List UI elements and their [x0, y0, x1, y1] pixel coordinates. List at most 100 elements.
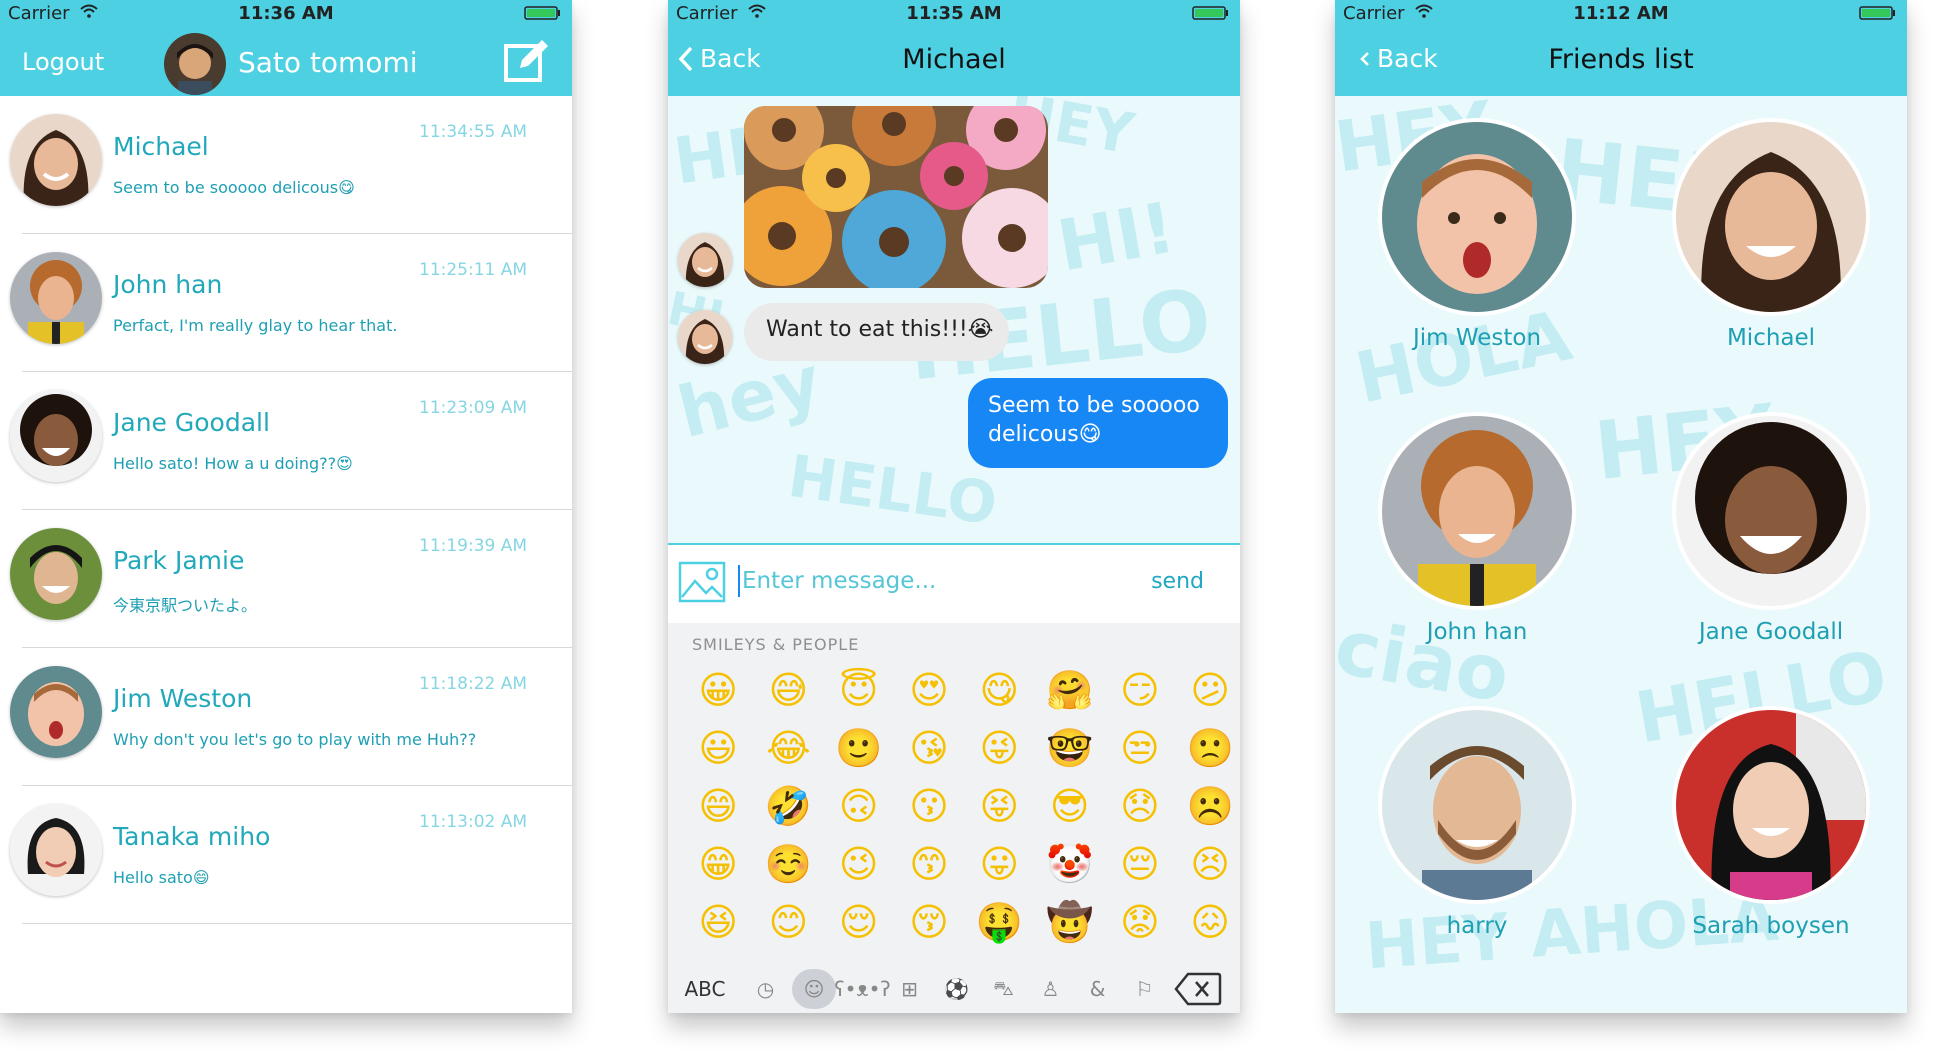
food-icon[interactable]: ⊞ [886, 969, 933, 1009]
car-icon[interactable]: ⛍ [980, 969, 1027, 1009]
friend-card[interactable]: Sarah boysen [1655, 706, 1875, 966]
user-avatar[interactable] [164, 33, 226, 95]
contact-name: Park Jamie [113, 546, 245, 575]
friend-name: John han [1426, 619, 1528, 645]
friend-card[interactable]: Michael [1655, 118, 1875, 378]
message-time: 11:23:09 AM [419, 398, 528, 418]
emoji-key[interactable]: 😏 [1105, 661, 1175, 719]
emoji-key[interactable]: 😣 [1175, 835, 1240, 893]
emoji-key[interactable]: 😍 [894, 661, 964, 719]
emoji-key[interactable]: 🙂 [824, 719, 894, 777]
emoji-key[interactable]: 😜 [964, 719, 1034, 777]
compose-icon[interactable] [502, 38, 550, 86]
friend-card[interactable]: Jane Goodall [1655, 412, 1875, 672]
delete-key-icon[interactable] [1174, 972, 1222, 1006]
emoji-key[interactable]: 😕 [1175, 661, 1240, 719]
friends-header: Carrier 11:12 AM Back Friends list [1335, 0, 1907, 96]
emoji-key[interactable]: 😄 [683, 777, 753, 835]
avatar [10, 252, 102, 344]
logout-button[interactable]: Logout [22, 48, 104, 76]
contact-name: Michael [113, 132, 209, 161]
outgoing-message-bubble[interactable]: Seem to be sooooo delicous😋 [968, 378, 1228, 468]
friend-avatar [1378, 118, 1576, 316]
emoji-key[interactable]: 😅 [753, 661, 823, 719]
emoji-key[interactable]: 😎 [1034, 777, 1104, 835]
conversation-screen: Carrier 11:35 AM Back Michael HEY HEY HI… [668, 0, 1240, 1013]
smiley-icon[interactable]: ☺ [792, 969, 836, 1009]
chat-row[interactable]: Tanaka miho Hello sato😄 11:13:02 AM [0, 786, 572, 924]
avatar [10, 804, 102, 896]
friends-title: Friends list [1548, 44, 1694, 75]
contact-name: Jane Goodall [113, 408, 270, 437]
friend-name: Michael [1726, 325, 1816, 351]
send-button[interactable]: send [1151, 569, 1204, 594]
emoji-key[interactable]: 😙 [894, 835, 964, 893]
emoji-key[interactable]: ☺️ [753, 835, 823, 893]
emoji-key[interactable]: 🤑 [964, 893, 1034, 951]
emoji-key[interactable]: 🤗 [1034, 661, 1104, 719]
emoji-key[interactable]: 🙁 [1175, 719, 1240, 777]
incoming-message-bubble[interactable]: Want to eat this!!!😭 [744, 303, 1009, 361]
sender-avatar[interactable] [678, 310, 732, 364]
emoji-key[interactable]: 😁 [683, 835, 753, 893]
status-time: 11:36 AM [238, 3, 334, 24]
emoji-key[interactable]: 😖 [1175, 893, 1240, 951]
message-time: 11:34:55 AM [419, 122, 528, 142]
friend-card[interactable]: Jim Weston [1361, 118, 1581, 378]
emoji-key[interactable]: 😀 [683, 661, 753, 719]
image-attach-icon[interactable] [678, 561, 726, 603]
friend-card[interactable]: harry [1361, 706, 1581, 966]
abc-key[interactable]: ABC [668, 977, 742, 1001]
sender-avatar[interactable] [678, 233, 732, 287]
emoji-key[interactable]: 😚 [894, 893, 964, 951]
avatar [10, 528, 102, 620]
flag-icon[interactable]: ⚐ [1121, 969, 1168, 1009]
battery-icon [1859, 6, 1895, 20]
donut-photo-message[interactable] [744, 106, 1048, 288]
status-bar: Carrier 11:36 AM [0, 0, 572, 26]
emoji-key[interactable]: 🤣 [753, 777, 823, 835]
emoji-key[interactable]: 🤠 [1034, 893, 1104, 951]
status-bar: Carrier 11:12 AM [1335, 0, 1907, 26]
emoji-key[interactable]: 😔 [1105, 835, 1175, 893]
bulb-icon[interactable]: ♙ [1027, 969, 1074, 1009]
chat-row[interactable]: Park Jamie 今東京駅ついたよ。 11:19:39 AM [0, 510, 572, 648]
emoji-key[interactable]: 😘 [894, 719, 964, 777]
clock-icon[interactable]: ◷ [742, 969, 789, 1009]
symbols-icon[interactable]: & [1074, 969, 1121, 1009]
emoji-key[interactable]: 😛 [964, 835, 1034, 893]
emoji-key[interactable]: 🤡 [1034, 835, 1104, 893]
bear-icon[interactable]: ʕ•ᴥ•ʔ [834, 969, 890, 1009]
emoji-key[interactable]: 😞 [1105, 777, 1175, 835]
emoji-key[interactable]: 😆 [683, 893, 753, 951]
chat-row[interactable]: John han Perfact, I'm really glay to hea… [0, 234, 572, 372]
emoji-key[interactable]: 🤓 [1034, 719, 1104, 777]
friend-card[interactable]: John han [1361, 412, 1581, 672]
message-preview: Perfact, I'm really glay to hear that. [113, 316, 398, 335]
friend-name: harry [1446, 913, 1508, 939]
emoji-key[interactable]: 😋 [964, 661, 1034, 719]
message-preview: Hello sato! How a u doing??😍 [113, 454, 353, 473]
divider [22, 923, 572, 924]
emoji-key[interactable]: 😗 [894, 777, 964, 835]
message-input[interactable] [742, 559, 1042, 603]
chat-row[interactable]: Jane Goodall Hello sato! How a u doing??… [0, 372, 572, 510]
friend-avatar [1672, 118, 1870, 316]
message-preview: 今東京駅ついたよ。 [113, 596, 258, 615]
chat-row[interactable]: Michael Seem to be sooooo delicous😋 11:3… [0, 96, 572, 234]
emoji-key[interactable]: 😟 [1105, 893, 1175, 951]
emoji-key[interactable]: 🙃 [824, 777, 894, 835]
emoji-key[interactable]: 😇 [824, 661, 894, 719]
ball-icon[interactable]: ⚽ [933, 969, 980, 1009]
emoji-key[interactable]: 😌 [824, 893, 894, 951]
friend-avatar [1378, 706, 1576, 904]
emoji-key[interactable]: 😝 [964, 777, 1034, 835]
chat-row[interactable]: Jim Weston Why don't you let's go to pla… [0, 648, 572, 786]
emoji-key[interactable]: 😉 [824, 835, 894, 893]
emoji-key[interactable]: 😊 [753, 893, 823, 951]
emoji-key[interactable]: 😒 [1105, 719, 1175, 777]
emoji-key[interactable]: ☹️ [1175, 777, 1240, 835]
emoji-key[interactable]: 😂 [753, 719, 823, 777]
emoji-key[interactable]: 😃 [683, 719, 753, 777]
contact-name: Tanaka miho [113, 822, 271, 851]
